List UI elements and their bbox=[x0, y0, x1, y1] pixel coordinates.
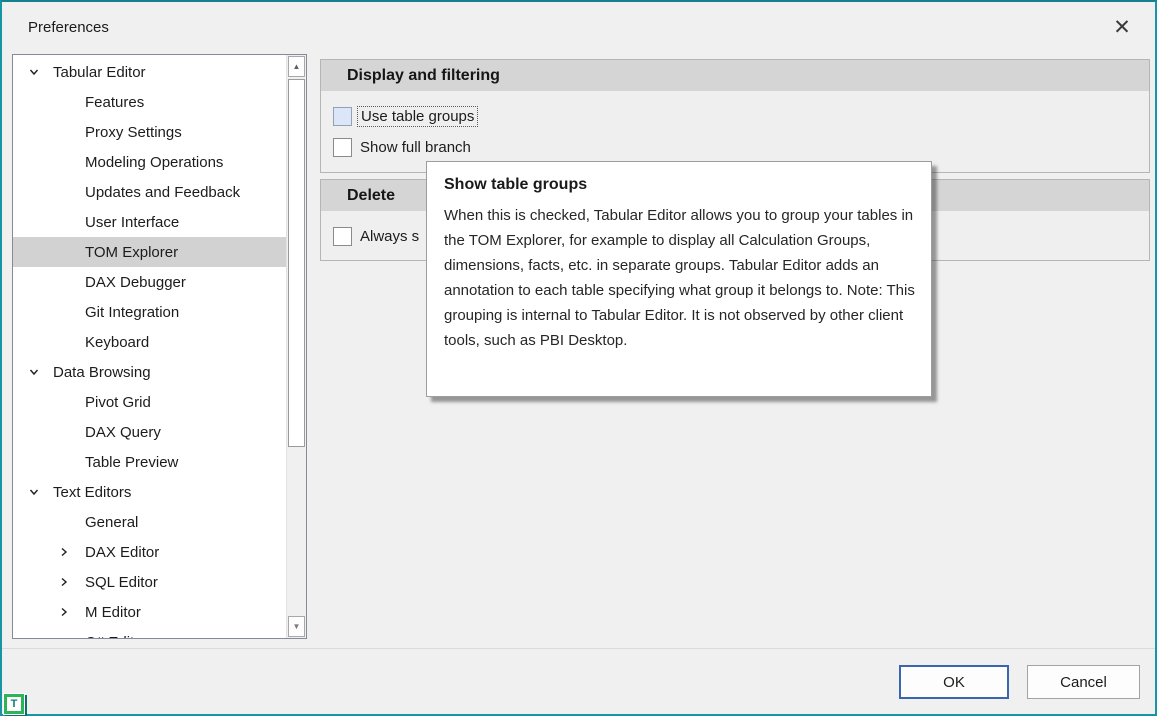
sidebar-item-table-preview[interactable]: Table Preview bbox=[13, 447, 286, 477]
tooltip: Show table groups When this is checked, … bbox=[426, 161, 932, 397]
sidebar-item-m-editor[interactable]: M Editor bbox=[13, 597, 286, 627]
checkbox-label-show-full-branch: Show full branch bbox=[357, 138, 474, 157]
checkbox-show-full-branch[interactable] bbox=[333, 138, 352, 157]
sidebar-item-features[interactable]: Features bbox=[13, 87, 286, 117]
app-logo-letter: T bbox=[7, 697, 21, 711]
chevron-down-icon[interactable] bbox=[28, 366, 40, 378]
sidebar-item-general[interactable]: General bbox=[13, 507, 286, 537]
sidebar-item-c-editor[interactable]: C# Editor bbox=[13, 627, 286, 639]
sidebar-item-label: Features bbox=[85, 94, 144, 111]
app-logo-icon: T bbox=[3, 693, 25, 715]
sidebar-item-modeling-operations[interactable]: Modeling Operations bbox=[13, 147, 286, 177]
checkbox-row-use-table-groups[interactable]: Use table groups bbox=[333, 106, 478, 127]
chevron-right-icon[interactable] bbox=[58, 576, 70, 588]
sidebar-item-label: User Interface bbox=[85, 214, 179, 231]
cancel-button[interactable]: Cancel bbox=[1027, 665, 1140, 699]
chevron-right-icon[interactable] bbox=[58, 606, 70, 618]
sidebar-item-label: DAX Query bbox=[85, 424, 161, 441]
checkbox-label-always-s: Always s bbox=[357, 227, 422, 246]
sidebar-item-label: Tabular Editor bbox=[53, 64, 146, 81]
checkbox-use-table-groups[interactable] bbox=[333, 107, 352, 126]
sidebar-item-label: Table Preview bbox=[85, 454, 178, 471]
sidebar-item-label: M Editor bbox=[85, 604, 141, 621]
sidebar-item-user-interface[interactable]: User Interface bbox=[13, 207, 286, 237]
close-icon: ✕ bbox=[1113, 17, 1131, 38]
sidebar-item-label: Git Integration bbox=[85, 304, 179, 321]
sidebar-item-updates-and-feedback[interactable]: Updates and Feedback bbox=[13, 177, 286, 207]
sidebar-item-label: TOM Explorer bbox=[85, 244, 178, 261]
scroll-down-icon: ▼ bbox=[293, 622, 301, 631]
chevron-right-icon[interactable] bbox=[58, 636, 70, 639]
footer-divider bbox=[2, 648, 1155, 649]
titlebar: Preferences ✕ bbox=[2, 2, 1155, 52]
sidebar-item-dax-editor[interactable]: DAX Editor bbox=[13, 537, 286, 567]
page-title: Preferences bbox=[28, 19, 109, 36]
scroll-thumb[interactable] bbox=[288, 79, 305, 447]
sidebar-item-label: Text Editors bbox=[53, 484, 131, 501]
sidebar-item-label: SQL Editor bbox=[85, 574, 158, 591]
sidebar-item-text-editors[interactable]: Text Editors bbox=[13, 477, 286, 507]
sidebar-item-label: Pivot Grid bbox=[85, 394, 151, 411]
chevron-right-icon[interactable] bbox=[58, 546, 70, 558]
sidebar-item-label: DAX Debugger bbox=[85, 274, 186, 291]
chevron-down-icon[interactable] bbox=[28, 486, 40, 498]
tooltip-body: When this is checked, Tabular Editor all… bbox=[444, 203, 915, 353]
sidebar-item-label: C# Editor bbox=[85, 634, 148, 640]
tooltip-title: Show table groups bbox=[444, 176, 915, 194]
sidebar-tree: Tabular Editor Features Proxy Settings Mode… bbox=[13, 57, 286, 639]
tree-scrollbar[interactable]: ▲ ▼ bbox=[286, 55, 306, 638]
sidebar-item-git-integration[interactable]: Git Integration bbox=[13, 297, 286, 327]
group-display-and-filtering: Display and filtering Use table groups S… bbox=[320, 59, 1150, 173]
sidebar-item-dax-debugger[interactable]: DAX Debugger bbox=[13, 267, 286, 297]
checkbox-label-use-table-groups: Use table groups bbox=[357, 106, 478, 127]
sidebar-item-pivot-grid[interactable]: Pivot Grid bbox=[13, 387, 286, 417]
checkbox-row-always-s[interactable]: Always s bbox=[333, 227, 422, 246]
sidebar-item-label: Modeling Operations bbox=[85, 154, 223, 171]
group-header: Display and filtering bbox=[321, 60, 1149, 91]
sidebar-item-label: DAX Editor bbox=[85, 544, 159, 561]
close-button[interactable]: ✕ bbox=[1102, 8, 1142, 46]
checkbox-always-s[interactable] bbox=[333, 227, 352, 246]
preferences-dialog: Preferences ✕ Tabular Editor Features Prox… bbox=[0, 0, 1157, 716]
sidebar-item-label: Data Browsing bbox=[53, 364, 151, 381]
sidebar-item-label: Keyboard bbox=[85, 334, 149, 351]
scroll-up-button[interactable]: ▲ bbox=[288, 56, 305, 77]
settings-tree-panel: Tabular Editor Features Proxy Settings Mode… bbox=[12, 54, 307, 639]
scroll-up-icon: ▲ bbox=[293, 62, 301, 71]
checkbox-row-show-full-branch[interactable]: Show full branch bbox=[333, 138, 474, 157]
sidebar-item-dax-query[interactable]: DAX Query bbox=[13, 417, 286, 447]
sidebar-item-label: General bbox=[85, 514, 138, 531]
sidebar-item-proxy-settings[interactable]: Proxy Settings bbox=[13, 117, 286, 147]
ok-button[interactable]: OK bbox=[899, 665, 1009, 699]
chevron-down-icon[interactable] bbox=[28, 66, 40, 78]
sidebar-item-data-browsing[interactable]: Data Browsing bbox=[13, 357, 286, 387]
scroll-down-button[interactable]: ▼ bbox=[288, 616, 305, 637]
sidebar-item-sql-editor[interactable]: SQL Editor bbox=[13, 567, 286, 597]
sidebar-item-label: Proxy Settings bbox=[85, 124, 182, 141]
sidebar-item-tom-explorer[interactable]: TOM Explorer bbox=[13, 237, 286, 267]
sidebar-item-tabular-editor[interactable]: Tabular Editor bbox=[13, 57, 286, 87]
sidebar-item-label: Updates and Feedback bbox=[85, 184, 240, 201]
sidebar-item-keyboard[interactable]: Keyboard bbox=[13, 327, 286, 357]
